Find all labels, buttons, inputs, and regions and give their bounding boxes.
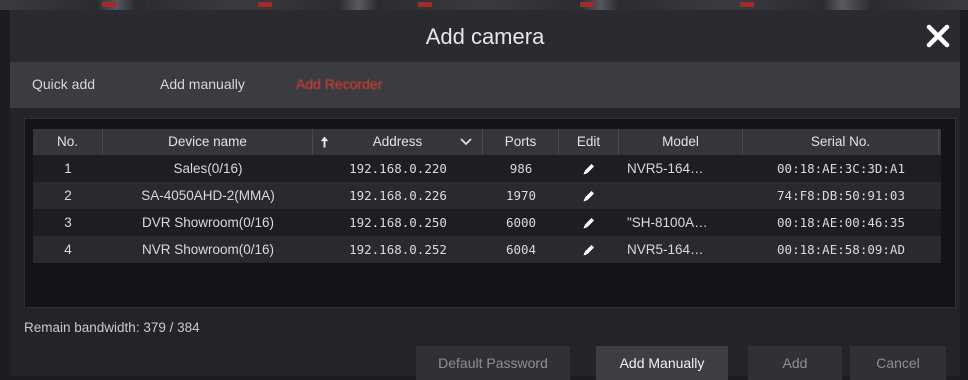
bg-mark <box>580 2 594 7</box>
row-serial: 00:18:AE:3C:3D:A1 <box>777 161 905 176</box>
col-device-name-header[interactable]: Device name <box>103 129 313 155</box>
row-model: NVR5-164… <box>627 161 704 176</box>
bg-mark <box>740 2 754 7</box>
pencil-icon[interactable] <box>581 215 597 231</box>
tab-add-manually[interactable]: Add manually <box>160 76 245 92</box>
col-serial-header[interactable]: Serial No. <box>743 129 939 155</box>
address-label: Address <box>372 134 423 149</box>
bg-mark <box>258 2 272 7</box>
row-address: 192.168.0.250 <box>349 215 447 230</box>
add-camera-dialog: Add camera Quick add Add manually Add Re… <box>10 10 960 380</box>
pencil-icon[interactable] <box>581 188 597 204</box>
row-address: 192.168.0.252 <box>349 242 447 257</box>
table-row[interactable]: 2 SA-4050AHD-2(MMA) 192.168.0.226 1970 7… <box>33 182 941 209</box>
row-edit <box>559 182 619 209</box>
add-button[interactable]: Add <box>748 346 842 380</box>
row-device-name: SA-4050AHD-2(MMA) <box>141 188 275 203</box>
add-manually-button[interactable]: Add Manually <box>596 346 728 380</box>
table-row[interactable]: 1 Sales(0/16) 192.168.0.220 986 NVR5-164… <box>33 155 941 182</box>
row-ports: 6000 <box>505 215 537 230</box>
tab-quick-add[interactable]: Quick add <box>32 76 95 92</box>
col-no-header[interactable]: No. <box>33 129 103 155</box>
row-ports: 986 <box>509 161 533 176</box>
row-address: 192.168.0.226 <box>349 188 447 203</box>
row-model: NVR5-164… <box>627 242 704 257</box>
pencil-icon[interactable] <box>581 161 597 177</box>
row-no: 1 <box>64 161 72 176</box>
background-video-strip <box>0 0 968 10</box>
row-no: 4 <box>64 242 72 257</box>
row-no: 2 <box>64 188 72 203</box>
table-header: No. Device name Address Ports Edit Model… <box>33 129 941 155</box>
close-icon[interactable] <box>922 20 954 52</box>
row-address: 192.168.0.220 <box>349 161 447 176</box>
row-serial: 74:F8:DB:50:91:03 <box>777 188 905 203</box>
col-model-header[interactable]: Model <box>619 129 743 155</box>
row-model <box>619 182 743 209</box>
sort-arrow-up-icon[interactable] <box>319 135 330 149</box>
row-device-name: NVR Showroom(0/16) <box>141 242 275 257</box>
bg-mark <box>102 2 116 7</box>
row-ports: 6004 <box>505 242 537 257</box>
row-serial: 00:18:AE:00:46:35 <box>777 215 905 230</box>
recorder-table: No. Device name Address Ports Edit Model… <box>24 118 956 308</box>
tab-bar: Quick add Add manually Add Recorder <box>10 62 960 108</box>
row-edit <box>559 236 619 263</box>
row-ports: 1970 <box>505 188 537 203</box>
cancel-button[interactable]: Cancel <box>850 346 946 380</box>
pencil-icon[interactable] <box>581 242 597 258</box>
row-no: 3 <box>64 215 72 230</box>
dialog-titlebar: Add camera <box>10 10 960 62</box>
dialog-title: Add camera <box>425 24 545 49</box>
table-row[interactable]: 4 NVR Showroom(0/16) 192.168.0.252 6004 … <box>33 236 941 263</box>
chevron-down-icon[interactable] <box>460 138 472 146</box>
remain-bandwidth: Remain bandwidth: 379 / 384 <box>24 320 200 335</box>
default-password-button[interactable]: Default Password <box>416 346 570 380</box>
row-device-name: Sales(0/16) <box>173 161 243 176</box>
device-name-label: Device name <box>168 134 247 149</box>
tab-add-recorder[interactable]: Add Recorder <box>296 76 382 92</box>
bg-mark <box>418 2 432 7</box>
row-edit <box>559 209 619 236</box>
col-address-header[interactable]: Address <box>313 129 483 155</box>
row-model: "SH-8100A… <box>627 215 708 230</box>
col-ports-header[interactable]: Ports <box>483 129 559 155</box>
row-device-name: DVR Showroom(0/16) <box>141 215 275 230</box>
table-row[interactable]: 3 DVR Showroom(0/16) 192.168.0.250 6000 … <box>33 209 941 236</box>
row-edit <box>559 155 619 182</box>
row-serial: 00:18:AE:58:09:AD <box>777 242 905 257</box>
col-edit-header[interactable]: Edit <box>559 129 619 155</box>
